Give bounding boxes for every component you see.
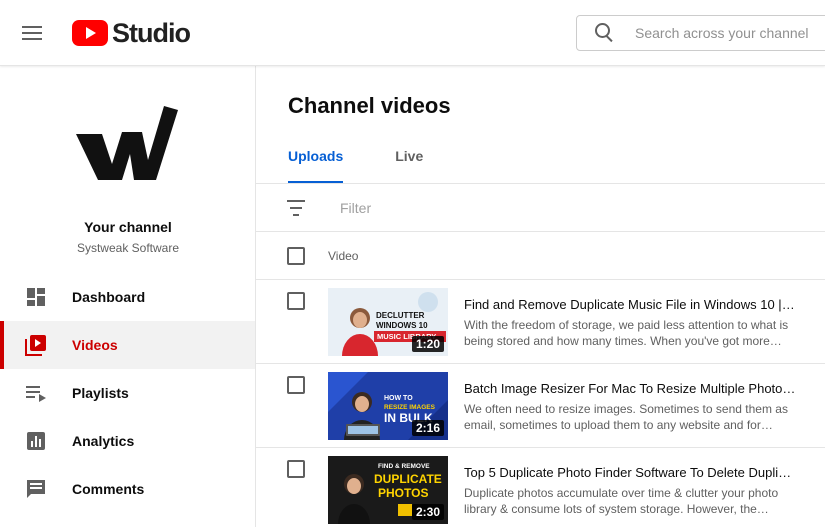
thumb-text-1: DECLUTTER bbox=[376, 311, 425, 320]
tab-live[interactable]: Live bbox=[395, 148, 423, 184]
menu-icon[interactable] bbox=[22, 22, 50, 44]
main-content: Channel videos Uploads Live Video DECLUT… bbox=[256, 66, 825, 527]
video-title[interactable]: Find and Remove Duplicate Music File in … bbox=[464, 297, 796, 312]
sidebar-item-label: Analytics bbox=[72, 433, 135, 449]
video-thumbnail[interactable]: DECLUTTER WINDOWS 10 MUSIC LIBRARY 1:20 bbox=[328, 288, 448, 356]
video-thumbnail[interactable]: FIND & REMOVE DUPLICATE PHOTOS 2:30 bbox=[328, 456, 448, 524]
thumb-text-2: WINDOWS 10 bbox=[376, 321, 428, 330]
video-thumbnail[interactable]: HOW TO RESIZE IMAGES IN BULK 2:16 bbox=[328, 372, 448, 440]
youtube-play-icon bbox=[72, 20, 108, 46]
sidebar-item-label: Videos bbox=[72, 337, 118, 353]
sidebar-item-analytics[interactable]: Analytics bbox=[0, 417, 255, 465]
search-input[interactable] bbox=[635, 25, 825, 41]
video-title[interactable]: Top 5 Duplicate Photo Finder Software To… bbox=[464, 465, 796, 480]
sidebar: Your channel Systweak Software Dashboard… bbox=[0, 66, 256, 527]
filter-icon[interactable] bbox=[286, 200, 306, 216]
thumb-text-2: RESIZE IMAGES bbox=[384, 404, 436, 411]
video-description: We often need to resize images. Sometime… bbox=[464, 402, 788, 432]
tab-bar: Uploads Live bbox=[288, 148, 475, 184]
page-title: Channel videos bbox=[288, 93, 451, 118]
sidebar-item-comments[interactable]: Comments bbox=[0, 465, 255, 513]
select-all-checkbox[interactable] bbox=[287, 247, 305, 265]
table-row[interactable]: FIND & REMOVE DUPLICATE PHOTOS 2:30 Top … bbox=[256, 448, 825, 527]
table-row[interactable]: DECLUTTER WINDOWS 10 MUSIC LIBRARY 1:20 … bbox=[256, 280, 825, 364]
thumb-text-1: HOW TO bbox=[384, 395, 413, 402]
filter-bar bbox=[256, 184, 825, 232]
row-checkbox[interactable] bbox=[287, 460, 305, 478]
thumb-text-2: DUPLICATE bbox=[374, 472, 442, 486]
channel-avatar[interactable] bbox=[72, 102, 182, 188]
thumb-text-3: PHOTOS bbox=[378, 486, 428, 500]
analytics-icon bbox=[25, 430, 47, 452]
top-bar: Studio bbox=[0, 0, 825, 66]
video-duration: 2:16 bbox=[411, 420, 444, 436]
search-icon[interactable] bbox=[595, 23, 615, 43]
sidebar-item-videos[interactable]: Videos bbox=[0, 321, 255, 369]
sidebar-item-label: Comments bbox=[72, 481, 145, 497]
sidebar-item-label: Playlists bbox=[72, 385, 129, 401]
channel-name: Systweak Software bbox=[76, 241, 180, 255]
videos-icon bbox=[25, 334, 47, 356]
video-description: Duplicate photos accumulate over time & … bbox=[464, 486, 779, 516]
filter-input[interactable] bbox=[340, 200, 740, 216]
row-checkbox[interactable] bbox=[287, 376, 305, 394]
thumb-text-1: FIND & REMOVE bbox=[378, 463, 430, 470]
channel-logo-icon bbox=[76, 106, 178, 180]
video-duration: 2:30 bbox=[411, 504, 444, 520]
tab-uploads[interactable]: Uploads bbox=[288, 148, 344, 184]
table-row[interactable]: HOW TO RESIZE IMAGES IN BULK 2:16 Batch … bbox=[256, 364, 825, 448]
sidebar-item-label: Dashboard bbox=[72, 289, 146, 305]
sidebar-nav: Dashboard Videos Playlists Analytics Com… bbox=[0, 273, 255, 513]
youtube-studio-logo[interactable]: Studio bbox=[72, 17, 191, 48]
sidebar-item-dashboard[interactable]: Dashboard bbox=[0, 273, 255, 321]
search-box bbox=[576, 15, 825, 51]
playlists-icon bbox=[25, 382, 47, 404]
channel-label: Your channel bbox=[84, 219, 172, 235]
logo-text: Studio bbox=[112, 17, 191, 48]
table-header: Video bbox=[256, 232, 825, 280]
video-duration: 1:20 bbox=[411, 336, 444, 352]
row-checkbox[interactable] bbox=[287, 292, 305, 310]
sidebar-item-playlists[interactable]: Playlists bbox=[0, 369, 255, 417]
comments-icon bbox=[25, 478, 47, 500]
column-header-video: Video bbox=[328, 249, 359, 263]
video-title[interactable]: Batch Image Resizer For Mac To Resize Mu… bbox=[464, 381, 796, 396]
video-description: With the freedom of storage, we paid les… bbox=[464, 318, 789, 348]
dashboard-icon bbox=[25, 286, 47, 308]
